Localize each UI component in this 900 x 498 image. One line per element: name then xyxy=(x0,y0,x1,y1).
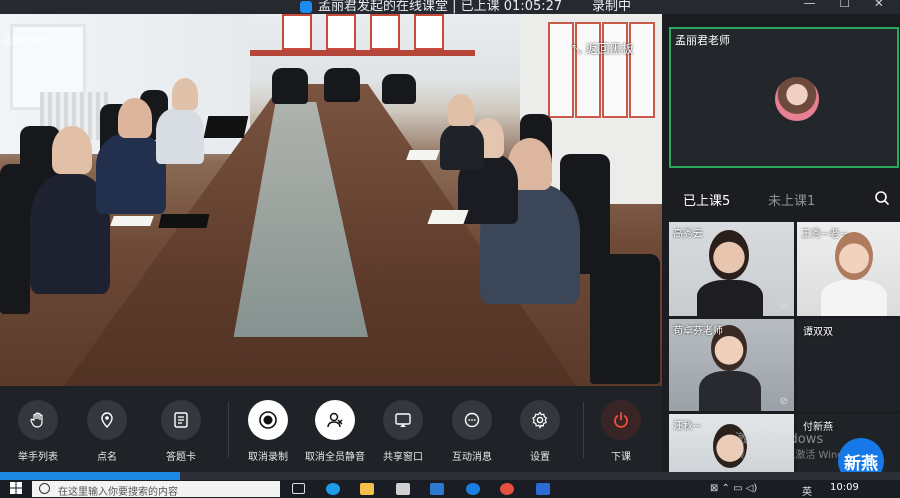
title-bar: 孟丽君发起的在线课堂 | 已上课 01:05:27 录制中 — ☐ ✕ xyxy=(0,0,900,14)
toolbar-divider xyxy=(228,402,229,458)
bottom-toolbar: 举手列表 点名 答题卡 取消录制 取消全员静音 共享窗口 互动消息 设置 下课 xyxy=(0,386,662,472)
chair xyxy=(382,74,416,104)
unmute-all-button[interactable]: 取消全员静音 xyxy=(305,400,365,463)
search-icon xyxy=(39,483,50,494)
video-watermark: 孟丽君老师 xyxy=(2,36,52,47)
app-icon[interactable] xyxy=(500,483,514,495)
class-progress-bar xyxy=(0,472,900,480)
progress-fill xyxy=(0,472,180,480)
location-pin-icon xyxy=(87,400,127,440)
unmute-all-icon xyxy=(315,400,355,440)
end-class-button[interactable]: 下课 xyxy=(591,400,651,463)
classroom-icon xyxy=(300,0,312,13)
settings-button[interactable]: 设置 xyxy=(510,400,570,463)
wall-boards xyxy=(282,14,452,50)
screen-share-icon xyxy=(383,400,423,440)
window-controls[interactable]: — ☐ ✕ xyxy=(804,0,894,10)
window-title: 孟丽君发起的在线课堂 | 已上课 01:05:27 xyxy=(300,0,562,14)
student-name: 付新燕 xyxy=(803,422,833,433)
participant-face xyxy=(172,78,198,110)
share-window-button[interactable]: 共享窗口 xyxy=(373,400,433,463)
student-name: 汪秋~ xyxy=(673,421,702,432)
student-name: 王秀~老~ xyxy=(801,229,848,240)
windows-start-icon[interactable] xyxy=(10,482,22,494)
raise-hands-button[interactable]: 举手列表 xyxy=(8,400,68,463)
input-language[interactable]: 英 xyxy=(802,483,812,498)
student-tile[interactable]: 苟卓芬老师 ⊘ xyxy=(669,319,794,411)
wall-frames xyxy=(548,22,658,122)
teacher-name: 孟丽君老师 xyxy=(675,34,730,47)
cancel-record-button[interactable]: 取消录制 xyxy=(238,400,298,463)
student-tabs: 已上课5 未上课1 xyxy=(669,186,900,214)
record-icon xyxy=(248,400,288,440)
power-icon xyxy=(601,400,641,440)
taskbar-clock[interactable]: 10:09 xyxy=(830,482,859,493)
teacher-video-panel[interactable]: 孟丽君老师 xyxy=(669,27,899,168)
chair xyxy=(0,164,30,314)
gear-icon xyxy=(520,400,560,440)
red-cabinet xyxy=(250,50,475,56)
paper xyxy=(427,210,469,224)
student-body xyxy=(699,371,761,411)
teacher-avatar xyxy=(775,77,819,121)
chair xyxy=(272,68,308,104)
mic-muted-icon: ⊘ xyxy=(779,301,788,312)
answer-card-button[interactable]: 答题卡 xyxy=(151,400,211,463)
participant-face xyxy=(52,126,92,174)
store-icon[interactable] xyxy=(396,483,410,495)
student-body xyxy=(697,280,763,316)
record-status: 录制中 xyxy=(592,0,632,14)
chair xyxy=(324,68,360,102)
paper xyxy=(110,216,154,226)
toolbar-divider xyxy=(583,402,584,458)
tab-attended[interactable]: 已上课5 xyxy=(683,190,730,209)
participant-face xyxy=(118,98,152,138)
main-video: 孟丽君老师 ⤡ 返回黑板 xyxy=(0,14,662,386)
chair xyxy=(590,254,660,384)
laptop xyxy=(203,116,249,138)
roll-call-button[interactable]: 点名 xyxy=(77,400,137,463)
answer-card-icon xyxy=(161,400,201,440)
student-face xyxy=(709,230,749,280)
search-icon[interactable] xyxy=(874,190,890,206)
edge-browser-icon[interactable] xyxy=(326,483,340,495)
messages-button[interactable]: 互动消息 xyxy=(442,400,502,463)
participant-face xyxy=(448,94,474,126)
student-name: 高秀云 xyxy=(673,229,703,240)
student-tile[interactable]: 王秀~老~ xyxy=(797,222,900,316)
back-to-board-button[interactable]: ⤡ 返回黑板 xyxy=(572,40,633,57)
app-icon[interactable] xyxy=(466,483,480,495)
tray-icons[interactable]: ⊠ ⌃ ▭ ◁) xyxy=(710,483,757,494)
file-explorer-icon[interactable] xyxy=(360,483,374,495)
collapse-icon: ⤡ xyxy=(572,42,582,56)
tab-absent[interactable]: 未上课1 xyxy=(768,190,815,209)
windows-taskbar: 在这里输入你要搜索的内容 ⊠ ⌃ ▭ ◁) 英 10:09 xyxy=(0,480,900,498)
chat-bubble-icon xyxy=(452,400,492,440)
mic-muted-icon: ⊘ xyxy=(779,396,788,407)
mail-icon[interactable] xyxy=(430,483,444,495)
student-name: 谭双双 xyxy=(803,327,833,338)
hand-icon xyxy=(18,400,58,440)
taskbar-search-input[interactable]: 在这里输入你要搜索的内容 xyxy=(32,481,280,498)
task-view-icon[interactable] xyxy=(292,483,305,494)
student-tile[interactable]: 谭双双 xyxy=(797,319,900,411)
laptop xyxy=(158,214,210,228)
participant-left-3 xyxy=(156,108,204,164)
participant-right-3 xyxy=(440,124,484,170)
student-tile[interactable]: 高秀云 ⊘ xyxy=(669,222,794,316)
student-name: 苟卓芬老师 xyxy=(673,326,723,337)
student-body xyxy=(821,280,887,316)
paper xyxy=(406,150,440,160)
classroom-app-icon[interactable] xyxy=(536,483,550,495)
